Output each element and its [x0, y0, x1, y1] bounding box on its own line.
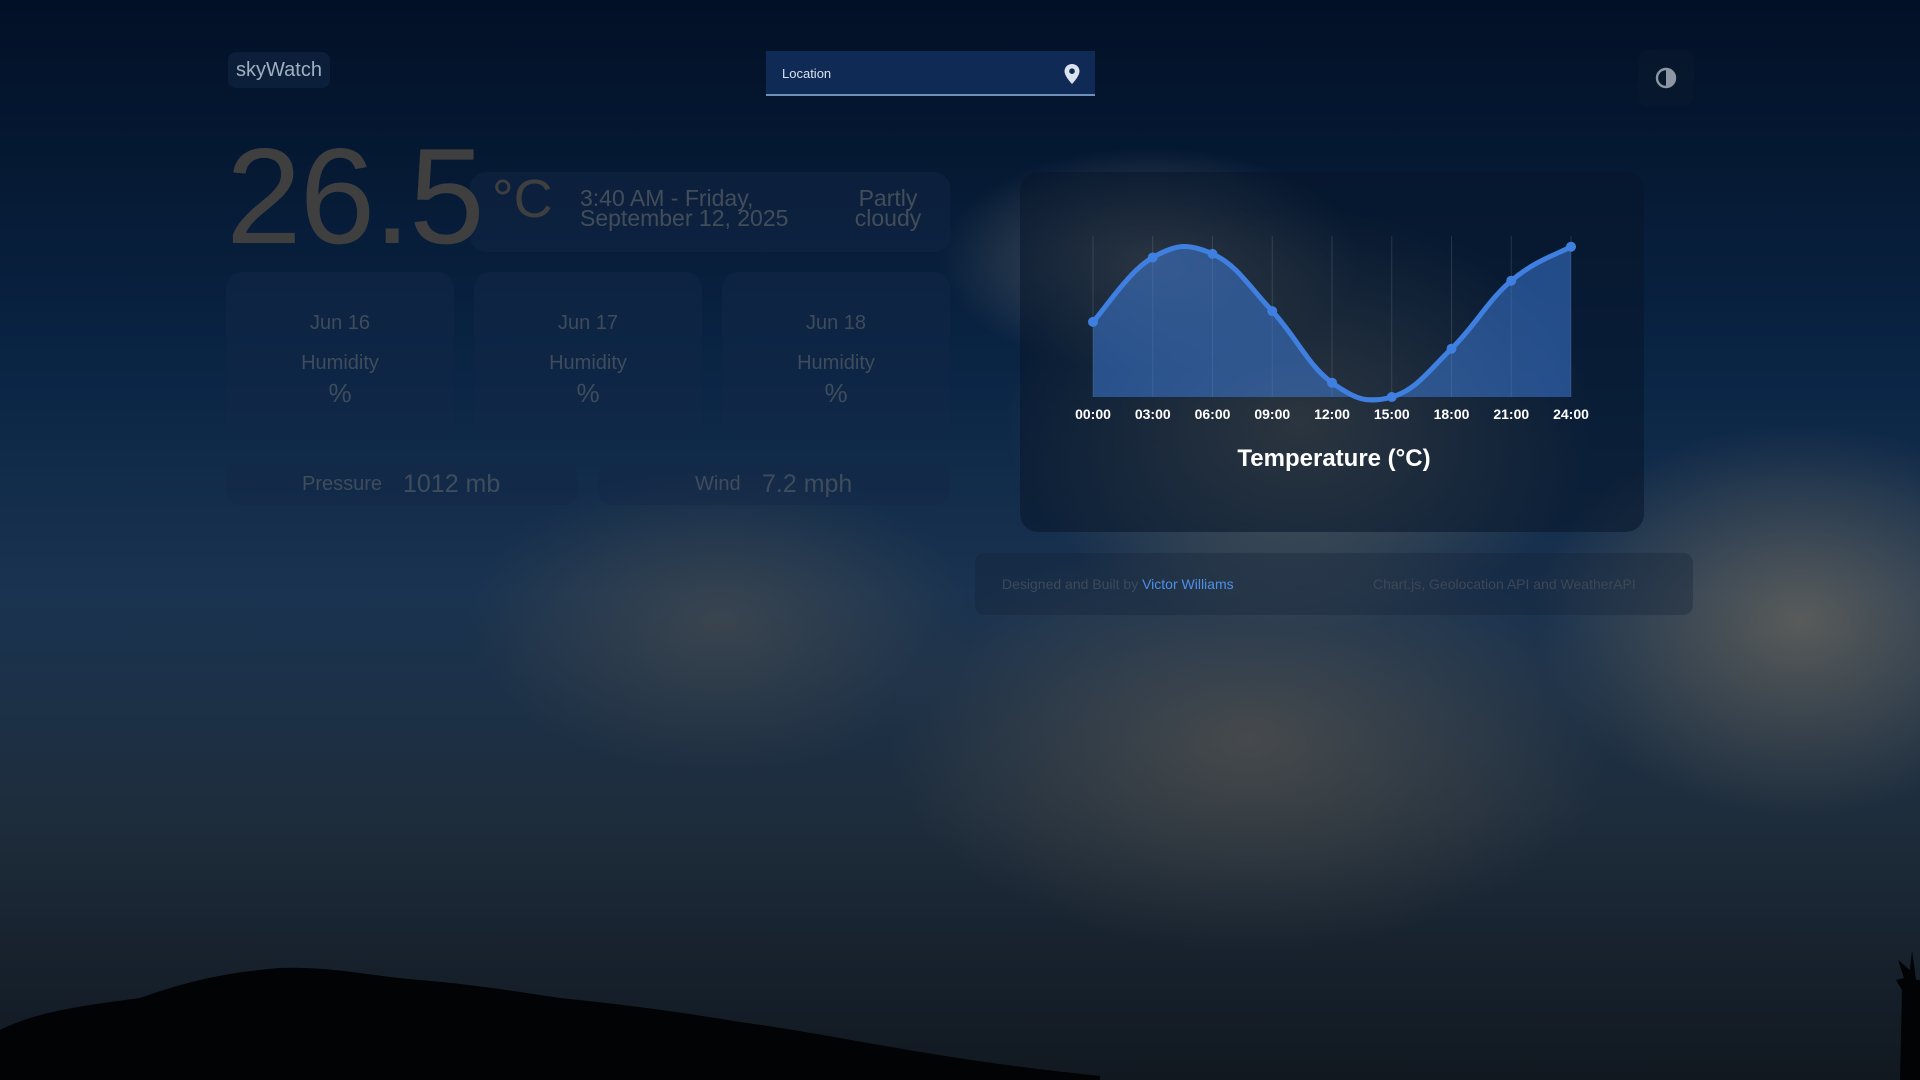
- data-point: [1088, 316, 1098, 327]
- pressure-label: Pressure: [302, 473, 383, 495]
- location-pin-icon[interactable]: [1063, 63, 1081, 85]
- temperature-chart: 00:00 03:00 06:00 09:00 12:00 15:00 18:00 21:00…: [1075, 236, 1589, 472]
- hill-silhouette: [0, 967, 1100, 1080]
- humidity-value: %: [576, 378, 600, 408]
- location-input[interactable]: [780, 51, 1054, 96]
- humidity-label: Humidity: [301, 352, 379, 374]
- data-point: [1327, 377, 1337, 388]
- temperature-unit: °C: [492, 169, 553, 229]
- x-tick-label: 12:00: [1314, 406, 1350, 422]
- theme-toggle-button[interactable]: [1638, 50, 1694, 106]
- humidity-value: %: [328, 378, 352, 408]
- humidity-label: Humidity: [797, 352, 875, 374]
- author-link[interactable]: Victor Williams: [1142, 576, 1234, 592]
- datetime-line2: September 12, 2025: [580, 205, 789, 231]
- x-tick-label: 21:00: [1493, 406, 1529, 422]
- chart-x-ticks: 00:00 03:00 06:00 09:00 12:00 15:00 18:00 21:00…: [1075, 406, 1589, 422]
- data-point: [1147, 252, 1158, 263]
- data-point: [1207, 248, 1218, 259]
- forecast-card: Jun 16 Humidity %: [226, 272, 454, 440]
- footer-credit: Designed and Built by Victor Williams: [1002, 553, 1234, 615]
- data-point: [1386, 392, 1397, 402]
- x-tick-label: 09:00: [1254, 406, 1290, 422]
- footer-designed-by: Designed and Built by: [1002, 576, 1143, 592]
- wind-label: Wind: [695, 473, 741, 495]
- data-point: [1267, 306, 1278, 317]
- forecast-date: Jun 17: [557, 312, 619, 334]
- weather-condition: Partly cloudy: [838, 187, 938, 231]
- data-point: [1446, 343, 1457, 354]
- forecast-date: Jun 18: [805, 312, 867, 334]
- data-point: [1506, 275, 1517, 286]
- chart-title: Temperature (°C): [1237, 445, 1430, 472]
- pressure-value: 1012 mb: [403, 470, 501, 498]
- x-tick-label: 00:00: [1075, 406, 1111, 422]
- footer: Designed and Built by Victor Williams Ch…: [975, 553, 1693, 615]
- forecast-card: Jun 18 Humidity %: [722, 272, 950, 440]
- footer-stack: Chart.js, Geolocation API and WeatherAPI: [1373, 576, 1636, 592]
- current-datetime: 3:40 AM - Friday, September 12, 2025: [580, 187, 830, 231]
- current-temperature: 26.5: [226, 120, 485, 272]
- tree-silhouette: [1896, 950, 1920, 1080]
- location-search[interactable]: [766, 51, 1095, 96]
- brand-logo[interactable]: skyWatch: [228, 52, 330, 88]
- x-tick-label: 06:00: [1195, 406, 1231, 422]
- pressure-pill: Pressure 1012 mb: [226, 463, 578, 505]
- condition-line2: cloudy: [854, 205, 922, 231]
- humidity-label: Humidity: [549, 352, 627, 374]
- data-point: [1566, 241, 1576, 252]
- wind-pill: Wind 7.2 mph: [598, 463, 950, 505]
- forecast-card: Jun 17 Humidity %: [474, 272, 702, 440]
- contrast-toggle-icon: [1655, 67, 1677, 89]
- x-tick-label: 03:00: [1135, 406, 1171, 422]
- x-tick-label: 18:00: [1434, 406, 1470, 422]
- x-tick-label: 15:00: [1374, 406, 1410, 422]
- wind-value: 7.2 mph: [762, 470, 853, 498]
- humidity-value: %: [824, 378, 848, 408]
- forecast-date: Jun 16: [309, 312, 371, 334]
- x-tick-label: 24:00: [1553, 406, 1589, 422]
